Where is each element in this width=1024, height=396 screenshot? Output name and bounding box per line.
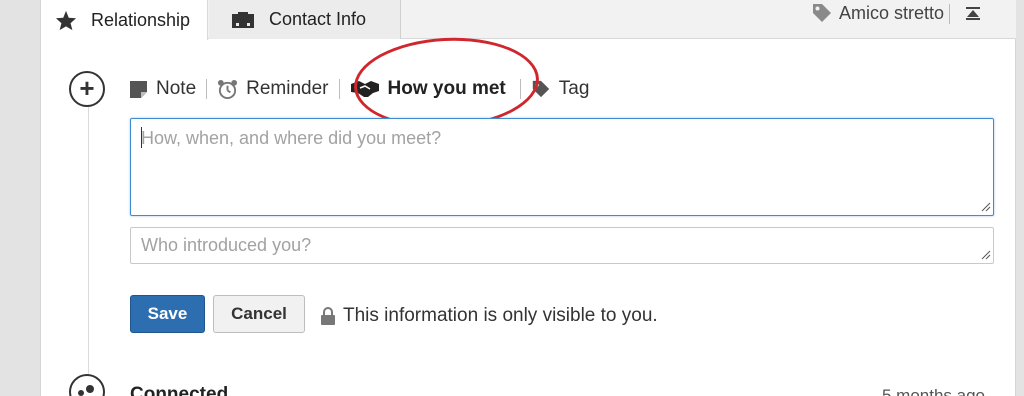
add-icon[interactable]: +: [69, 71, 105, 107]
relationship-tag[interactable]: Amico stretto: [811, 0, 944, 26]
tab-contact-info-label: Contact Info: [269, 9, 367, 29]
timeline-line: [88, 105, 89, 396]
action-reminder[interactable]: Reminder: [217, 78, 329, 100]
action-divider: [519, 79, 521, 99]
tab-bar: Relationship Contact Info Amico stretto: [41, 0, 1016, 40]
action-how-you-met-label: How you met: [387, 78, 506, 99]
tag-icon: [532, 80, 549, 98]
tab-relationship[interactable]: Relationship: [41, 0, 208, 40]
tab-contact-info[interactable]: Contact Info: [209, 0, 401, 39]
connected-icon: [69, 374, 105, 396]
action-row: Note Reminder How you met Tag: [129, 76, 589, 102]
tag-icon: [812, 4, 831, 22]
action-note-label: Note: [156, 78, 197, 99]
connected-timestamp: 5 months ago: [881, 386, 985, 396]
note-icon: [130, 80, 147, 98]
handshake-icon: [350, 81, 379, 97]
connected-title: Connected: [130, 384, 229, 396]
action-note[interactable]: Note: [129, 78, 196, 100]
who-introduced-input[interactable]: [130, 227, 994, 264]
text-cursor: [141, 127, 142, 148]
action-divider: [206, 79, 208, 99]
resize-grip-icon[interactable]: [981, 202, 991, 212]
collapse-icon[interactable]: [964, 4, 982, 22]
relationship-tag-label: Amico stretto: [838, 2, 944, 23]
address-card-icon: [231, 11, 255, 29]
alarm-clock-icon: [218, 79, 238, 99]
save-button[interactable]: Save: [130, 295, 205, 333]
cancel-button[interactable]: Cancel: [213, 295, 305, 333]
tabbar-divider: [949, 4, 950, 24]
privacy-note: This information is only visible to you.: [320, 305, 658, 327]
action-how-you-met[interactable]: How you met: [350, 78, 506, 100]
action-reminder-label: Reminder: [246, 78, 329, 99]
privacy-note-text: This information is only visible to you.: [343, 305, 658, 326]
how-you-met-textarea[interactable]: [130, 118, 994, 216]
profile-relationship-panel: Relationship Contact Info Amico stretto …: [40, 0, 1016, 396]
action-tag-label: Tag: [558, 78, 590, 99]
lock-icon: [321, 307, 335, 325]
action-divider: [338, 79, 340, 99]
action-tag[interactable]: Tag: [531, 78, 590, 100]
resize-grip-icon[interactable]: [981, 250, 991, 260]
tab-relationship-label: Relationship: [91, 9, 191, 30]
star-icon: [55, 10, 77, 31]
